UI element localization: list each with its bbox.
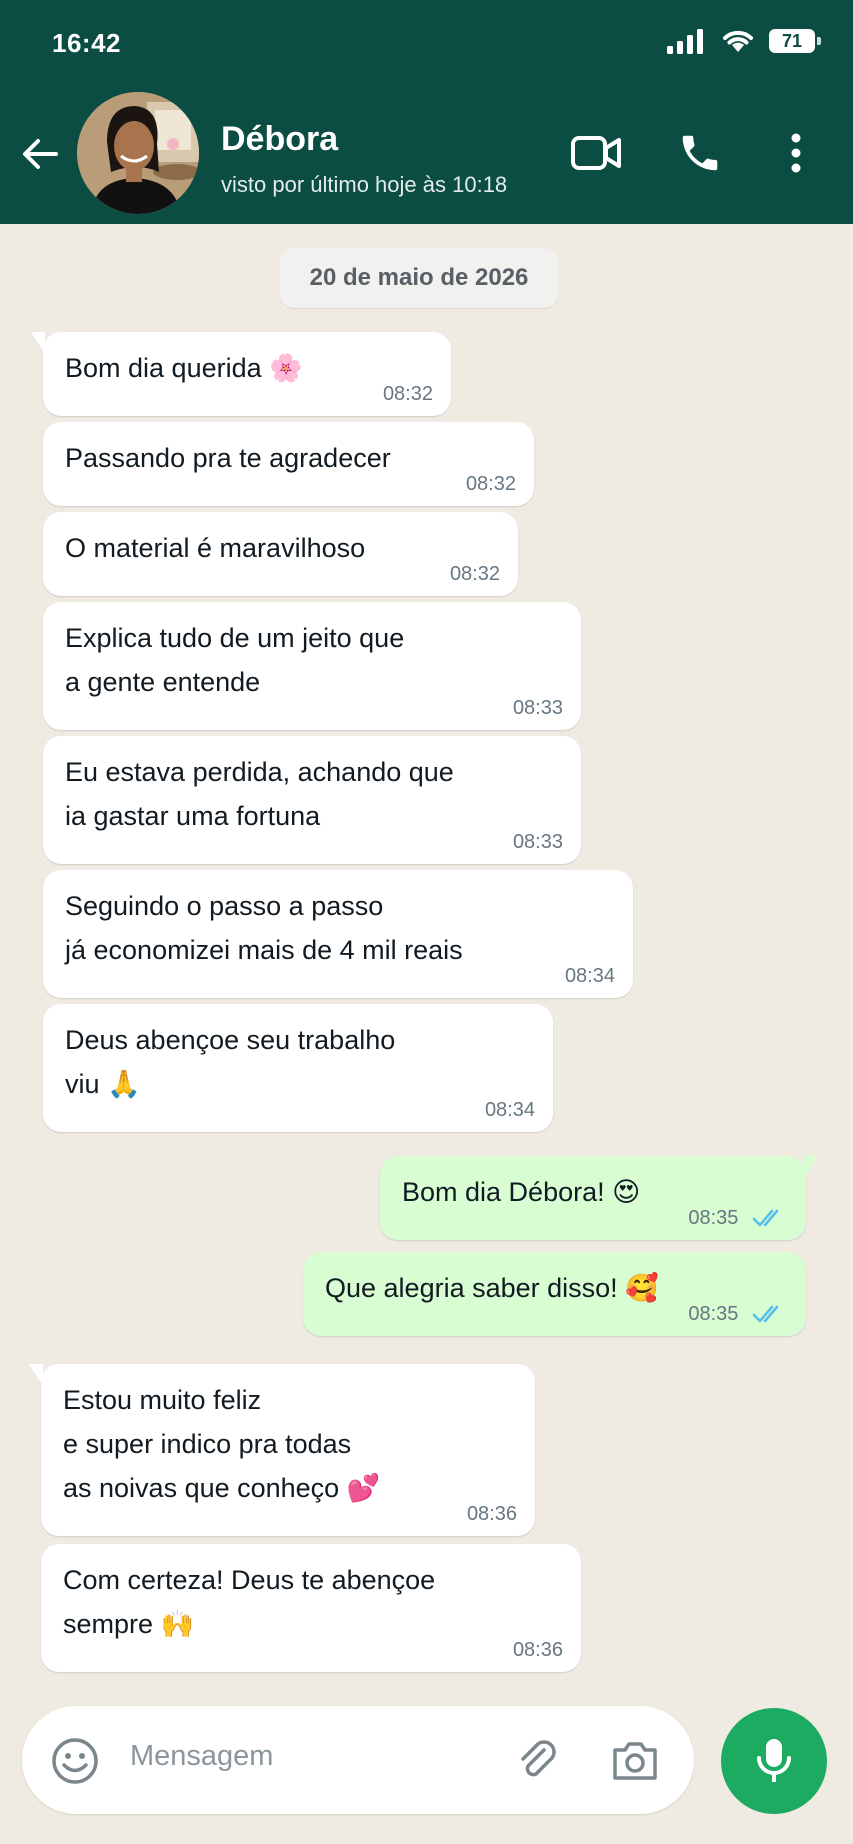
message-time: 08:36 — [466, 1503, 517, 1525]
message-time: 08:35 — [688, 1207, 739, 1229]
message-bubble-incoming[interactable]: Com certeza! Deus te abençoe sempre 🙌 08… — [41, 1544, 581, 1672]
double-check-read-icon — [752, 1305, 779, 1323]
date-separator-label: 20 de maio de 2026 — [309, 264, 529, 291]
wifi-icon — [723, 30, 753, 52]
message-meta: 08:35 — [688, 1304, 786, 1324]
message-text: Eu estava perdida, achando que ia gastar… — [65, 757, 454, 831]
message-bubble-incoming[interactable]: O material é maravilhoso 08:32 — [43, 512, 518, 596]
message-bubble-incoming[interactable]: Deus abençoe seu trabalho viu 🙏 08:34 — [43, 1004, 553, 1132]
signal-icon — [667, 29, 703, 54]
message-bubble-incoming[interactable]: Eu estava perdida, achando que ia gastar… — [43, 736, 581, 864]
message-text: Estou muito feliz e super indico pra tod… — [63, 1385, 381, 1503]
message-text: Deus abençoe seu trabalho viu 🙏 — [65, 1025, 396, 1099]
message-text: Bom dia querida 🌸 — [65, 353, 303, 383]
avatar-photo — [77, 92, 199, 214]
message-time: 08:34 — [564, 965, 615, 987]
message-bubble-incoming[interactable]: Estou muito feliz e super indico pra tod… — [29, 1364, 535, 1536]
attach-icon[interactable] — [514, 1736, 562, 1784]
message-time: 08:36 — [512, 1639, 563, 1661]
message-composer[interactable]: Mensagem — [22, 1706, 694, 1814]
message-text: Com certeza! Deus te abençoe sempre 🙌 — [63, 1565, 436, 1639]
message-time: 08:35 — [688, 1303, 739, 1325]
message-text: Explica tudo de um jeito que a gente ent… — [65, 623, 405, 697]
message-text: O material é maravilhoso — [65, 533, 366, 563]
message-time: 08:34 — [484, 1099, 535, 1121]
message-bubble-incoming[interactable]: Explica tudo de um jeito que a gente ent… — [43, 602, 581, 730]
message-time: 08:33 — [512, 831, 563, 853]
message-bubble-incoming[interactable]: Seguindo o passo a passo já economizei m… — [43, 870, 633, 998]
bubble-tail — [31, 332, 45, 354]
voice-call-icon[interactable] — [677, 130, 723, 176]
message-text: Passando pra te agradecer — [65, 443, 391, 473]
message-bubble-incoming[interactable]: Bom dia querida 🌸 08:32 — [31, 332, 451, 416]
camera-icon[interactable] — [610, 1736, 660, 1784]
message-time: 08:33 — [512, 697, 563, 719]
more-options-icon[interactable] — [784, 130, 808, 176]
status-icons: 71 — [667, 28, 821, 54]
message-text: Seguindo o passo a passo já economizei m… — [65, 891, 463, 965]
back-arrow-icon[interactable] — [20, 134, 60, 174]
microphone-icon — [757, 1739, 791, 1782]
message-input[interactable]: Mensagem — [130, 1740, 273, 1773]
bubble-tail — [29, 1364, 43, 1386]
avatar[interactable] — [77, 92, 199, 214]
voice-message-button[interactable] — [721, 1708, 827, 1814]
message-meta: 08:35 — [688, 1208, 786, 1228]
message-bubble-outgoing[interactable]: Que alegria saber disso! 🥰 08:35 — [303, 1252, 806, 1336]
video-call-icon[interactable] — [570, 132, 622, 174]
bubble-tail — [804, 1156, 818, 1178]
battery-icon: 71 — [769, 29, 821, 53]
double-check-read-icon — [752, 1209, 779, 1227]
chat-header: 16:42 71 Débora visto por último hoje às… — [0, 0, 853, 224]
date-separator: 20 de maio de 2026 — [280, 248, 558, 308]
battery-level: 71 — [781, 30, 803, 51]
message-time: 08:32 — [382, 383, 433, 405]
status-time: 16:42 — [52, 28, 121, 58]
message-time: 08:32 — [465, 473, 516, 495]
message-bubble-outgoing[interactable]: Bom dia Débora! 😍 08:35 — [380, 1156, 818, 1240]
message-time: 08:32 — [449, 563, 500, 585]
contact-name[interactable]: Débora — [221, 120, 338, 159]
emoji-icon[interactable] — [50, 1736, 100, 1786]
last-seen-status: visto por último hoje às 10:18 — [221, 172, 508, 197]
message-bubble-incoming[interactable]: Passando pra te agradecer 08:32 — [43, 422, 534, 506]
